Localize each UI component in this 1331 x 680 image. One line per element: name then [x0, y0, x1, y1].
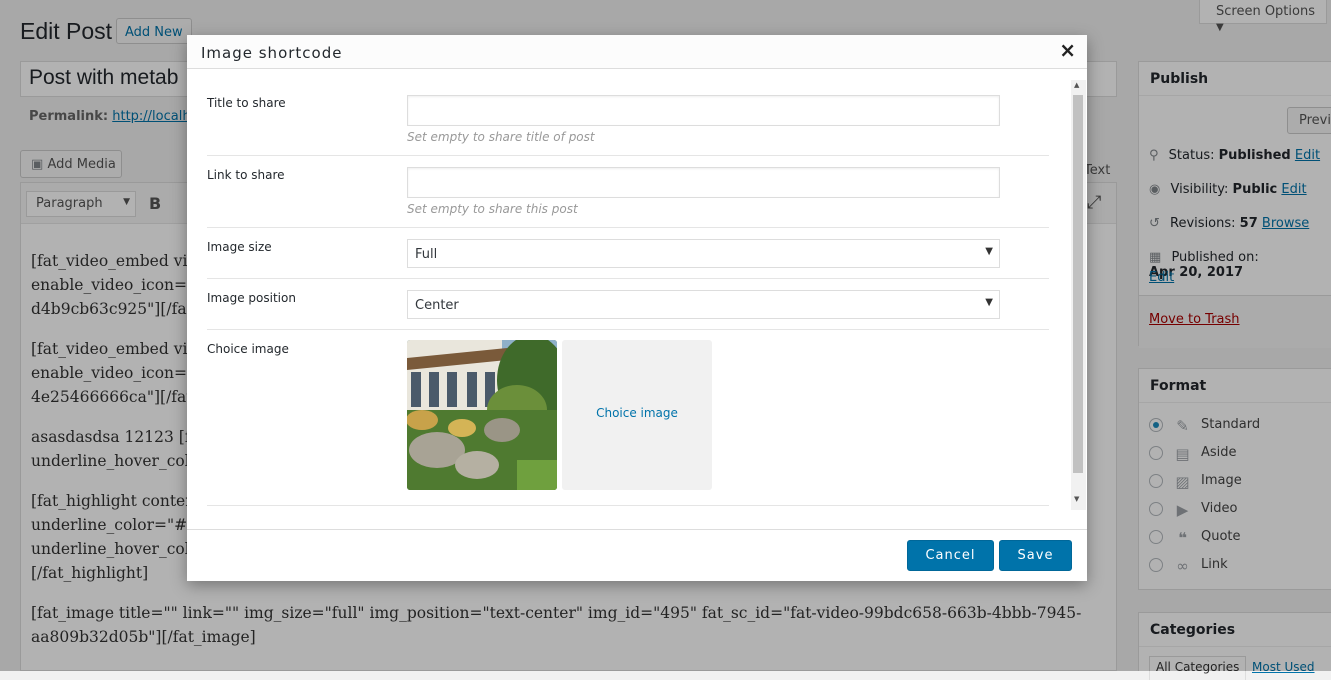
title-to-share-input[interactable] [407, 95, 1000, 126]
garden-house-image [407, 340, 557, 490]
close-icon[interactable]: × [1059, 38, 1076, 62]
image-size-label: Image size [207, 240, 272, 254]
modal-header: Image shortcode × [187, 35, 1087, 69]
image-position-value: Center [415, 298, 459, 313]
field-choice-image: Choice image Choice image [207, 330, 1049, 506]
save-button[interactable]: Save [999, 540, 1072, 571]
modal-footer: Cancel Save [187, 529, 1087, 581]
field-link-to-share: Link to share Set empty to share this po… [207, 156, 1049, 228]
field-title-to-share: Title to share Set empty to share title … [207, 80, 1049, 156]
choice-image-button-label: Choice image [596, 406, 678, 420]
scrollbar-thumb[interactable] [1073, 95, 1083, 473]
link-to-share-desc: Set empty to share this post [407, 202, 578, 216]
dropdown-arrow-icon: ▼ [985, 246, 993, 257]
link-to-share-label: Link to share [207, 168, 285, 182]
image-shortcode-modal: Image shortcode × Title to share Set emp… [187, 35, 1087, 581]
field-image-position: Image position Center ▼ [207, 279, 1049, 330]
field-image-size: Image size Full ▼ [207, 228, 1049, 279]
choice-image-button[interactable]: Choice image [562, 340, 712, 490]
image-position-label: Image position [207, 291, 296, 305]
choice-image-label: Choice image [207, 342, 289, 356]
selected-image-thumbnail[interactable] [407, 340, 557, 490]
modal-scrollbar[interactable]: ▲ ▼ [1071, 80, 1086, 510]
title-to-share-label: Title to share [207, 96, 286, 110]
link-to-share-input[interactable] [407, 167, 1000, 198]
image-position-select[interactable]: Center ▼ [407, 290, 1000, 319]
cancel-button[interactable]: Cancel [907, 540, 994, 571]
scroll-up-icon[interactable]: ▲ [1074, 81, 1079, 89]
title-to-share-desc: Set empty to share title of post [407, 130, 595, 144]
modal-body: Title to share Set empty to share title … [187, 80, 1087, 506]
dropdown-arrow-icon: ▼ [985, 297, 993, 308]
scroll-down-icon[interactable]: ▼ [1074, 495, 1079, 503]
modal-title: Image shortcode [201, 44, 343, 62]
image-size-value: Full [415, 247, 438, 262]
image-size-select[interactable]: Full ▼ [407, 239, 1000, 268]
